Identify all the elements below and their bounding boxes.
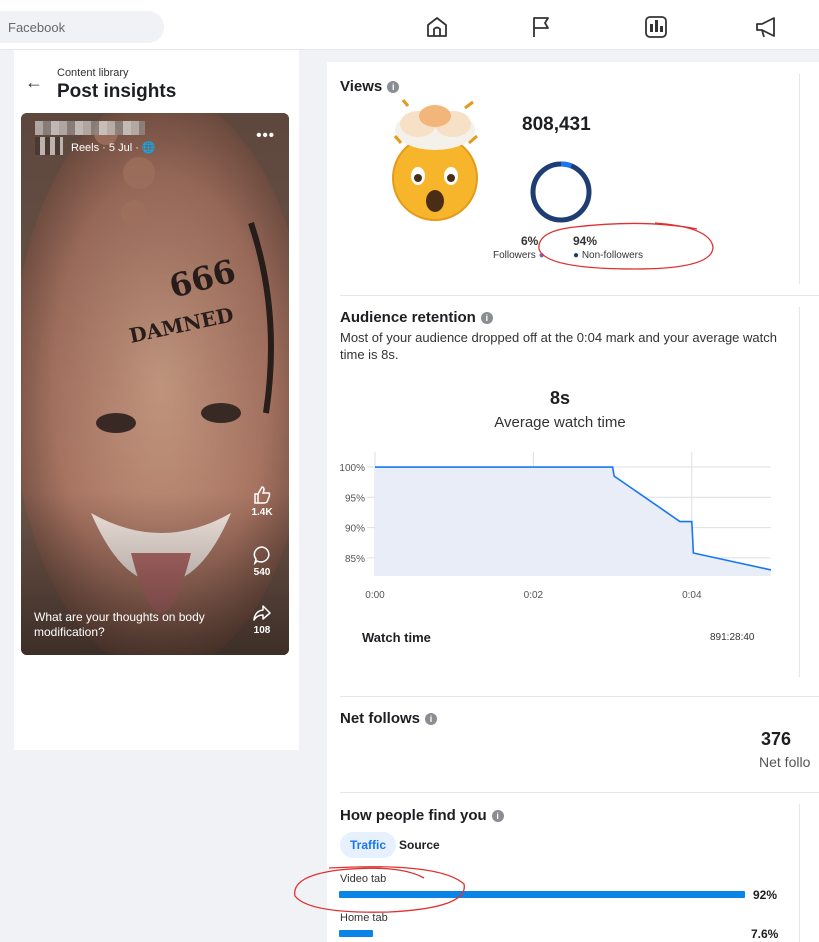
y-tick-label: 85%: [345, 554, 365, 565]
watch-time-label: Watch time: [362, 630, 431, 645]
x-tick-label: 0:04: [682, 590, 702, 601]
info-icon[interactable]: i: [480, 312, 493, 324]
traffic-row-value: 92%: [753, 888, 778, 902]
y-tick-label: 90%: [345, 524, 365, 535]
breadcrumb[interactable]: Content library: [57, 67, 129, 79]
divider: [340, 295, 819, 296]
avatar[interactable]: [35, 137, 63, 155]
retention-title: Audience retention i: [340, 309, 493, 326]
divider: [340, 792, 819, 793]
info-icon[interactable]: i: [387, 81, 400, 93]
find-you-title: How people find you i: [340, 807, 504, 824]
reel-preview[interactable]: 666 DAMNED Reels · 5 Jul · 🌐 ••• 1.4K 54…: [21, 113, 289, 655]
traffic-row-value: 7.6%: [751, 927, 779, 941]
x-tick-label: 0:02: [524, 590, 544, 601]
divider: [799, 74, 800, 284]
insights-icon[interactable]: [643, 14, 669, 40]
comment-count: 540: [253, 567, 271, 578]
y-tick-label: 100%: [339, 463, 365, 474]
globe-icon: 🌐: [141, 142, 156, 154]
annotation-circle: [538, 222, 714, 270]
divider: [799, 804, 800, 942]
average-watch-time-label: Average watch time: [494, 414, 626, 431]
back-arrow-icon[interactable]: ←: [25, 72, 43, 93]
page-title: Post insights: [57, 81, 177, 102]
search-input[interactable]: Facebook: [0, 11, 164, 43]
blurred-page-name: [35, 121, 145, 135]
divider: [340, 696, 819, 697]
flag-icon[interactable]: [528, 14, 554, 40]
like-stat[interactable]: 1.4K: [249, 485, 275, 518]
more-options-icon[interactable]: •••: [256, 127, 275, 144]
average-watch-time-value: 8s: [549, 388, 571, 408]
megaphone-icon[interactable]: [754, 14, 780, 40]
retention-chart: 100% 95% 90% 85% 0:00 0:02 0:04: [339, 452, 772, 601]
comment-icon: [253, 546, 270, 565]
tab-source[interactable]: Source: [399, 838, 440, 852]
home-icon[interactable]: [424, 14, 450, 40]
top-navigation-bar: Facebook: [0, 0, 819, 50]
retention-description: Most of your audience dropped off at the…: [340, 330, 777, 362]
net-follows-value: 376: [761, 729, 792, 749]
thumbs-up-icon: [254, 486, 271, 504]
divider: [799, 307, 800, 677]
net-follows-title: Net follows i: [340, 710, 438, 727]
comment-stat[interactable]: 540: [249, 545, 275, 578]
left-pane: ← Content library Post insights Reels · …: [14, 50, 299, 750]
watch-time-value: 891:28:40: [710, 632, 755, 643]
tab-traffic[interactable]: Traffic: [340, 832, 397, 858]
like-count: 1.4K: [251, 507, 273, 518]
net-follows-label: Net follo: [759, 754, 811, 770]
traffic-row-label: Home tab: [340, 912, 388, 924]
traffic-row-bar: [339, 930, 373, 937]
views-total: 808,431: [522, 114, 591, 135]
donut-nonfollowers-arc: [530, 161, 592, 223]
views-title: Views i: [340, 78, 400, 95]
x-tick-label: 0:00: [365, 590, 385, 601]
share-stat[interactable]: 108: [249, 603, 275, 636]
y-tick-label: 95%: [345, 493, 365, 504]
views-donut-chart: [530, 161, 592, 223]
retention-area: [375, 467, 771, 576]
annotation-circle: [294, 866, 465, 913]
share-count: 108: [253, 625, 271, 636]
reel-caption: What are your thoughts on body modificat…: [34, 610, 205, 639]
insights-panel: Views i 808,431 6% Followers ● 94% ● Non-…: [294, 62, 819, 942]
info-icon[interactable]: i: [491, 810, 504, 822]
exploding-head-emoji-icon: [392, 99, 478, 221]
share-icon: [253, 605, 271, 621]
info-icon[interactable]: i: [425, 713, 438, 725]
reel-meta: Reels · 5 Jul · 🌐: [71, 142, 156, 154]
